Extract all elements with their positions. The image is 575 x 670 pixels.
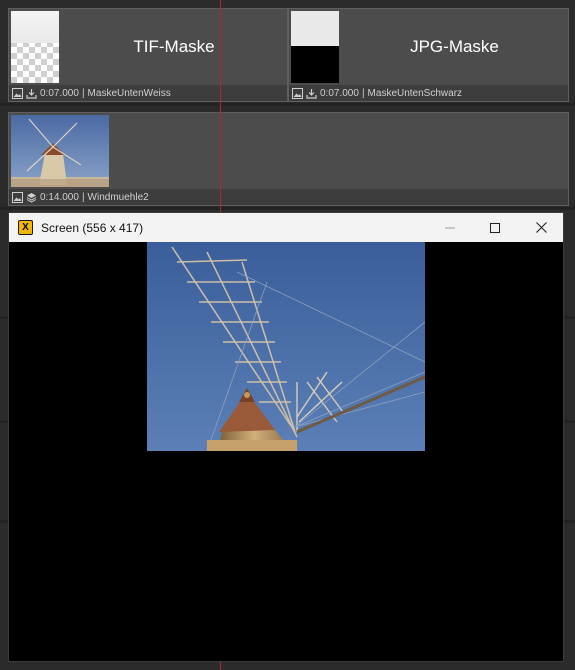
clip-name: MaskeUntenSchwarz: [367, 87, 463, 99]
clip-title: [113, 113, 568, 189]
app-icon: X: [18, 220, 33, 235]
track-separator: [0, 103, 575, 106]
clip-tif-maske[interactable]: TIF-Maske 0:07.000 | MaskeUntenWeiss: [8, 8, 288, 102]
clip-jpg-maske[interactable]: JPG-Maske 0:07.000 | MaskeUntenSchwarz: [288, 8, 569, 102]
minimize-button[interactable]: [427, 213, 473, 242]
layers-icon: [26, 192, 37, 203]
info-separator: |: [81, 87, 85, 99]
clip-duration: 0:14.000: [40, 191, 79, 203]
clip-name: Windmuehle2: [87, 191, 149, 203]
info-separator: |: [81, 191, 85, 203]
windmill-image: [147, 242, 425, 451]
track-separator: [0, 207, 575, 210]
close-button[interactable]: [518, 213, 564, 242]
maximize-button[interactable]: [472, 213, 518, 242]
import-icon: [306, 88, 317, 99]
minimize-icon: [445, 227, 455, 228]
clip-duration: 0:07.000: [40, 87, 79, 99]
clip-thumbnail: [11, 11, 59, 83]
info-separator: |: [361, 87, 365, 99]
clip-duration: 0:07.000: [320, 87, 359, 99]
clip-windmuehle2[interactable]: 0:14.000 | Windmuehle2: [8, 112, 569, 206]
window-title: Screen (556 x 417): [41, 220, 144, 235]
maximize-icon: [490, 222, 500, 233]
clip-thumbnail: [291, 11, 339, 83]
close-icon: [535, 222, 547, 233]
image-icon: [12, 191, 23, 203]
screen-preview: [147, 242, 425, 451]
image-icon: [292, 87, 303, 99]
screen-window: X Screen (556 x 417): [8, 212, 564, 662]
image-icon: [12, 87, 23, 99]
clip-name: MaskeUntenWeiss: [87, 87, 171, 99]
clip-info-bar: 0:07.000 | MaskeUntenWeiss: [9, 85, 287, 101]
import-icon: [26, 88, 37, 99]
clip-thumbnail: [11, 115, 109, 192]
clip-info-bar: 0:14.000 | Windmuehle2: [9, 189, 568, 205]
clip-title: TIF-Maske: [133, 37, 215, 56]
screen-window-titlebar[interactable]: X Screen (556 x 417): [9, 213, 563, 242]
clip-info-bar: 0:07.000 | MaskeUntenSchwarz: [289, 85, 568, 101]
clip-title: JPG-Maske: [410, 37, 499, 56]
